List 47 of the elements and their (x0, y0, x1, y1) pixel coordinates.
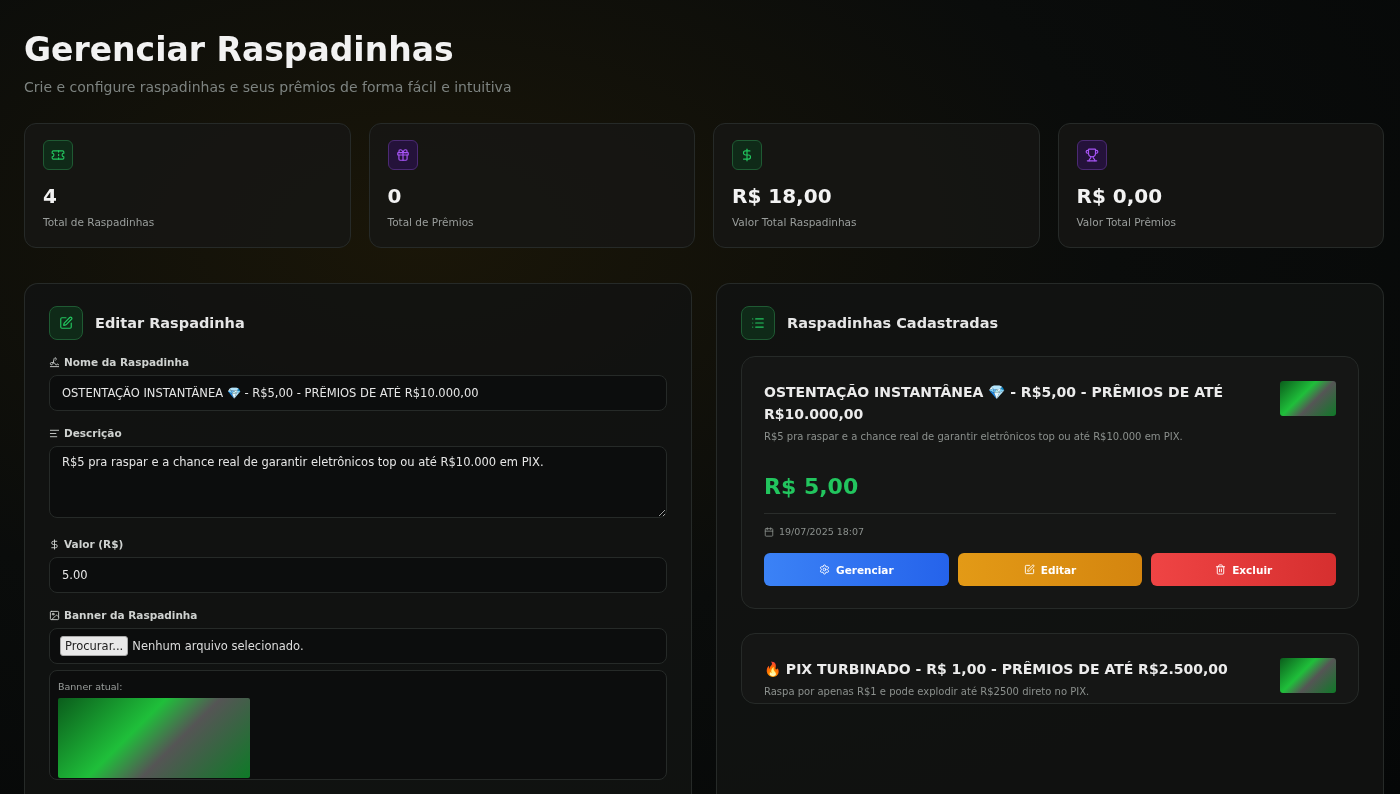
text-input[interactable]: 5.00 (49, 557, 667, 593)
page-subtitle: Crie e configure raspadinhas e seus prêmios de forma fácil e intuitiva (24, 79, 513, 95)
banner-thumbnail-placeholder (1280, 381, 1336, 416)
description-textarea[interactable]: R$5 pra raspar e a chance real de garantir eletrônicos top ou até R$10.000 em PIX. (49, 446, 667, 518)
stat-value: R$ 0,00 (1076, 184, 1164, 208)
field-label: Banner da Raspadinha (64, 609, 198, 621)
calendar-icon (764, 526, 774, 537)
trash-icon (1215, 564, 1227, 575)
banner-thumbnail-placeholder (1280, 658, 1336, 693)
stat-label: Total de Prêmios (387, 216, 475, 228)
browse-button[interactable]: Procurar... (60, 636, 129, 656)
delete-button[interactable]: Excluir (1151, 553, 1336, 586)
item-title: 🔥 PIX TURBINADO - R$ 1,00 - PRÊMIOS DE ATÉ R$2.500,00 (764, 660, 1228, 679)
file-status: Nenhum arquivo selecionado. (132, 639, 304, 653)
field-label: Nome da Raspadinha (64, 356, 190, 368)
stat-label: Valor Total Prêmios (1076, 216, 1177, 228)
panel-title: Editar Raspadinha (95, 315, 245, 331)
field-label: Valor (R$) (64, 538, 124, 550)
item-date: 19/07/2025 18:07 (779, 526, 865, 537)
trophy-icon (1076, 140, 1107, 170)
edit-icon (49, 306, 83, 340)
stat-value: 0 (387, 184, 403, 208)
stat-label: Total de Raspadinhas (43, 216, 156, 228)
item-title: OSTENTAÇÃO INSTANTÂNEA 💎 - R$5,00 - PRÊMIOS DE ATÉ R$10.000,00 (764, 383, 1224, 424)
item-price: R$ 5,00 (764, 474, 1336, 514)
stat-value: 4 (43, 184, 58, 208)
gear-icon (819, 564, 830, 575)
stat-value: R$ 18,00 (732, 184, 833, 208)
field-label: Descrição (64, 427, 122, 439)
banner-caption: Banner atual: (58, 681, 124, 692)
item-description: R$5 pra raspar e a chance real de garantir eletrônicos top ou até R$10.000 em PIX. (764, 431, 1184, 442)
text-lines-icon (49, 427, 60, 439)
ticket-icon (43, 140, 73, 170)
file-input[interactable]: Procurar... Nenhum arquivo selecionado. (49, 628, 667, 664)
list-icon (741, 306, 775, 340)
dollar-icon (49, 538, 60, 550)
stat-label: Valor Total Raspadinhas (732, 216, 858, 228)
signature-icon (49, 356, 60, 368)
image-icon (49, 609, 60, 621)
panel-title: Raspadinhas Cadastradas (787, 315, 999, 331)
edit-icon (1023, 564, 1035, 575)
gift-icon (387, 140, 418, 170)
dollar-icon (732, 140, 762, 170)
page-title: Gerenciar Raspadinhas (24, 30, 455, 69)
item-description: Raspa por apenas R$1 e pode explodir até R$2500 direto no PIX. (764, 686, 1091, 697)
text-input[interactable]: OSTENTAÇÃO INSTANTÂNEA 💎 - R$5,00 - PRÊMIOS DE ATÉ R$10.000,00 (49, 375, 667, 411)
manage-button[interactable]: Gerenciar (764, 553, 949, 586)
